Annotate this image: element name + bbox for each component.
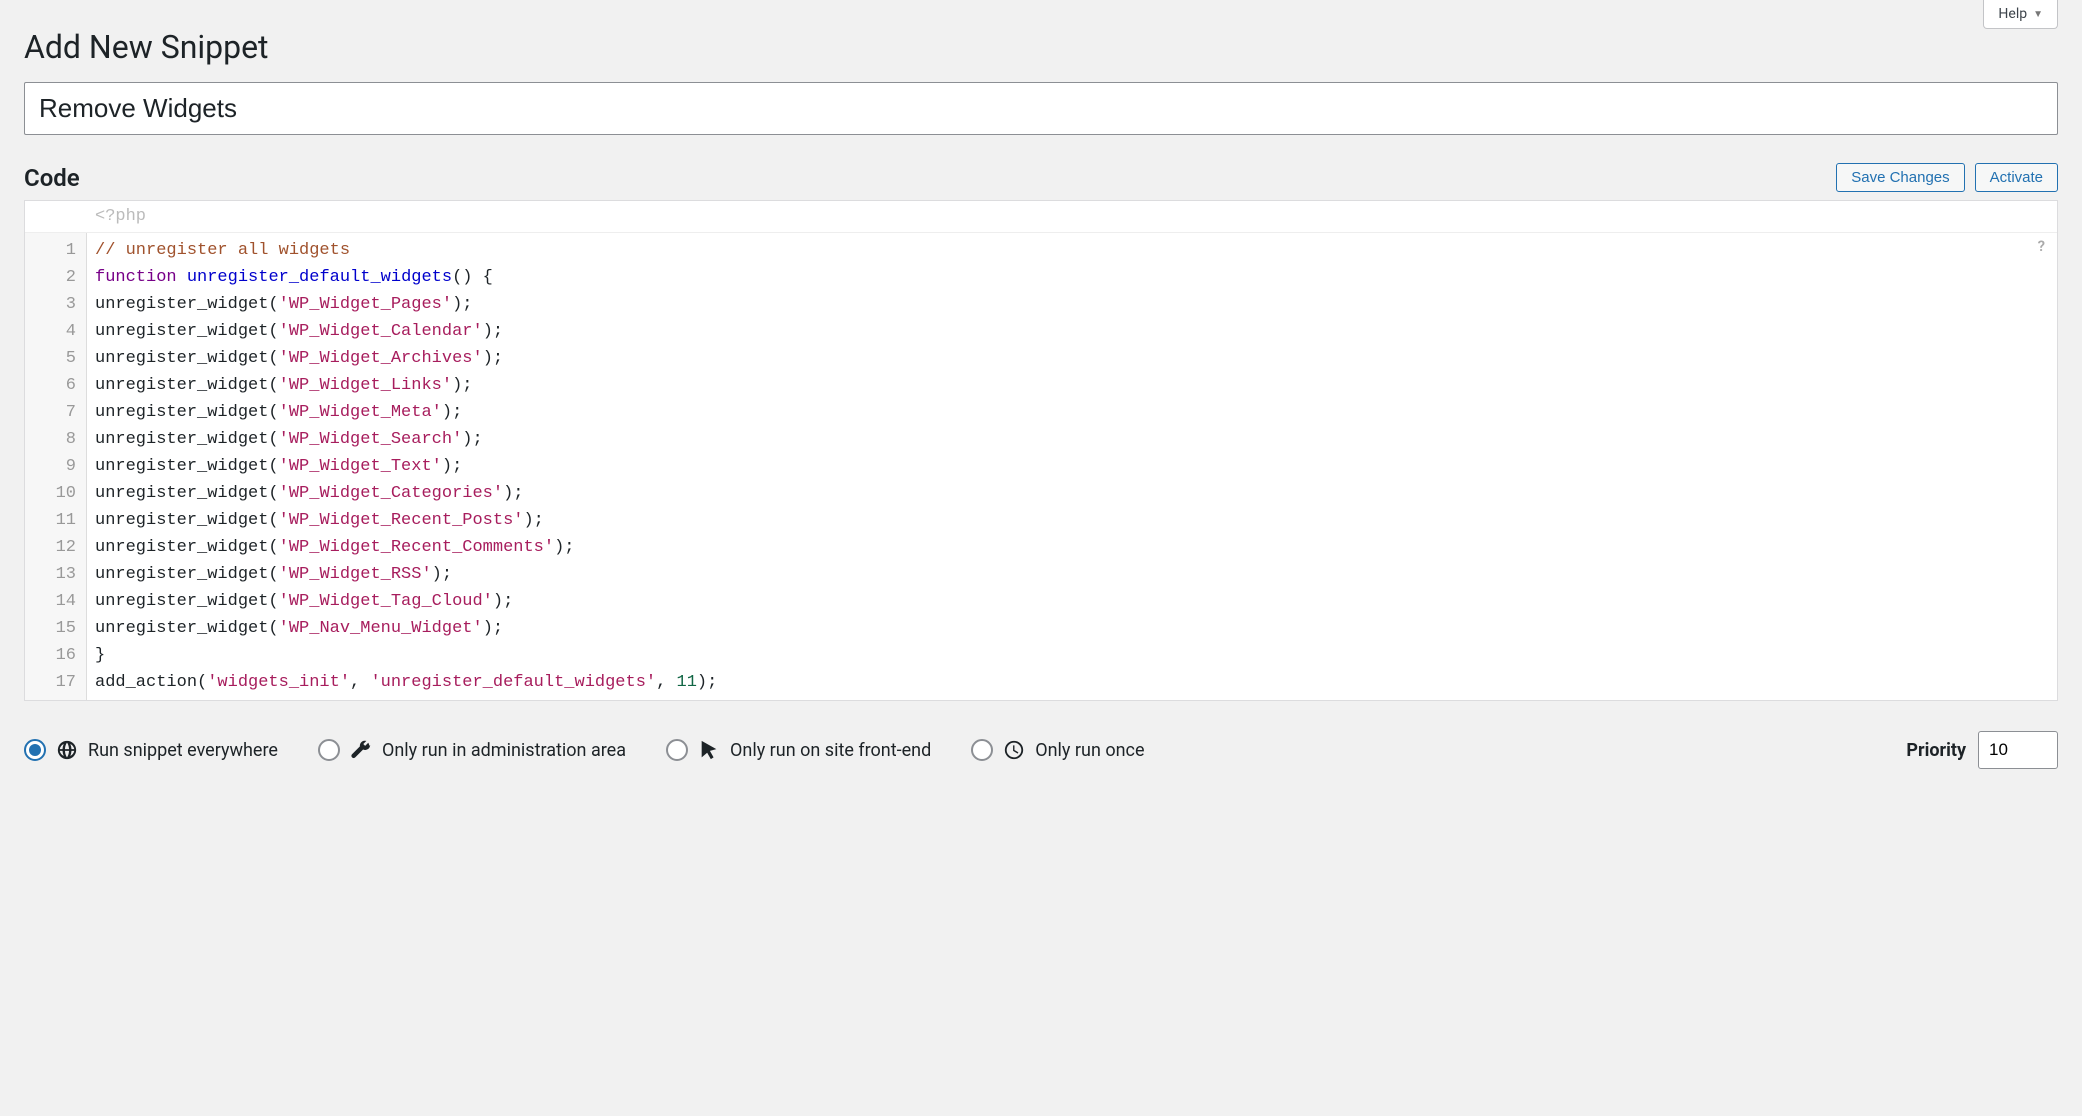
- line-number: 13: [25, 561, 76, 588]
- code-line[interactable]: unregister_widget('WP_Widget_Meta');: [95, 399, 2049, 426]
- scope-option-once[interactable]: Only run once: [971, 739, 1144, 761]
- scope-label-frontend: Only run on site front-end: [730, 740, 931, 761]
- code-line[interactable]: function unregister_default_widgets() {: [95, 264, 2049, 291]
- line-number: 16: [25, 642, 76, 669]
- radio-everywhere[interactable]: [24, 739, 46, 761]
- line-number: 2: [25, 264, 76, 291]
- line-number: 14: [25, 588, 76, 615]
- globe-icon: [56, 739, 78, 761]
- php-opener: <?php: [25, 201, 2057, 232]
- code-line[interactable]: unregister_widget('WP_Nav_Menu_Widget');: [95, 615, 2049, 642]
- code-line[interactable]: unregister_widget('WP_Widget_Recent_Post…: [95, 507, 2049, 534]
- code-line[interactable]: unregister_widget('WP_Widget_Recent_Comm…: [95, 534, 2049, 561]
- scope-label-everywhere: Run snippet everywhere: [88, 740, 278, 761]
- scope-label-once: Only run once: [1035, 740, 1144, 761]
- line-number: 12: [25, 534, 76, 561]
- line-number: 9: [25, 453, 76, 480]
- code-content[interactable]: // unregister all widgetsfunction unregi…: [87, 233, 2057, 700]
- line-number: 11: [25, 507, 76, 534]
- line-number: 17: [25, 669, 76, 696]
- radio-frontend[interactable]: [666, 739, 688, 761]
- wrench-icon: [350, 739, 372, 761]
- code-heading: Code: [24, 164, 80, 192]
- code-line[interactable]: unregister_widget('WP_Widget_Categories'…: [95, 480, 2049, 507]
- line-number: 15: [25, 615, 76, 642]
- code-line[interactable]: unregister_widget('WP_Widget_Tag_Cloud')…: [95, 588, 2049, 615]
- editor-help-icon[interactable]: ?: [2038, 237, 2045, 255]
- code-line[interactable]: add_action('widgets_init', 'unregister_d…: [95, 669, 2049, 696]
- code-line[interactable]: unregister_widget('WP_Widget_Pages');: [95, 291, 2049, 318]
- chevron-down-icon: ▼: [2033, 9, 2043, 20]
- line-number: 1: [25, 237, 76, 264]
- code-line[interactable]: unregister_widget('WP_Widget_Links');: [95, 372, 2049, 399]
- code-editor[interactable]: <?php ? 1234567891011121314151617 // unr…: [24, 200, 2058, 701]
- line-number: 3: [25, 291, 76, 318]
- page-title: Add New Snippet: [24, 0, 2058, 82]
- code-line[interactable]: // unregister all widgets: [95, 237, 2049, 264]
- scope-option-everywhere[interactable]: Run snippet everywhere: [24, 739, 278, 761]
- code-line[interactable]: unregister_widget('WP_Widget_Text');: [95, 453, 2049, 480]
- scope-option-admin[interactable]: Only run in administration area: [318, 739, 626, 761]
- line-number: 4: [25, 318, 76, 345]
- save-changes-button[interactable]: Save Changes: [1836, 163, 1964, 192]
- line-number: 10: [25, 480, 76, 507]
- code-line[interactable]: unregister_widget('WP_Widget_RSS');: [95, 561, 2049, 588]
- clock-icon: [1003, 739, 1025, 761]
- line-number: 6: [25, 372, 76, 399]
- scope-label-admin: Only run in administration area: [382, 740, 626, 761]
- code-line[interactable]: unregister_widget('WP_Widget_Search');: [95, 426, 2049, 453]
- snippet-title-input[interactable]: [24, 82, 2058, 135]
- cursor-icon: [698, 739, 720, 761]
- priority-input[interactable]: [1978, 731, 2058, 769]
- radio-once[interactable]: [971, 739, 993, 761]
- line-number: 5: [25, 345, 76, 372]
- code-line[interactable]: }: [95, 642, 2049, 669]
- help-label: Help: [1998, 6, 2027, 22]
- line-number-gutter: 1234567891011121314151617: [25, 233, 87, 700]
- code-line[interactable]: unregister_widget('WP_Widget_Calendar');: [95, 318, 2049, 345]
- code-line[interactable]: unregister_widget('WP_Widget_Archives');: [95, 345, 2049, 372]
- radio-admin[interactable]: [318, 739, 340, 761]
- line-number: 7: [25, 399, 76, 426]
- line-number: 8: [25, 426, 76, 453]
- priority-label: Priority: [1906, 740, 1966, 761]
- activate-button[interactable]: Activate: [1975, 163, 2058, 192]
- help-tab[interactable]: Help ▼: [1983, 0, 2058, 29]
- scope-option-frontend[interactable]: Only run on site front-end: [666, 739, 931, 761]
